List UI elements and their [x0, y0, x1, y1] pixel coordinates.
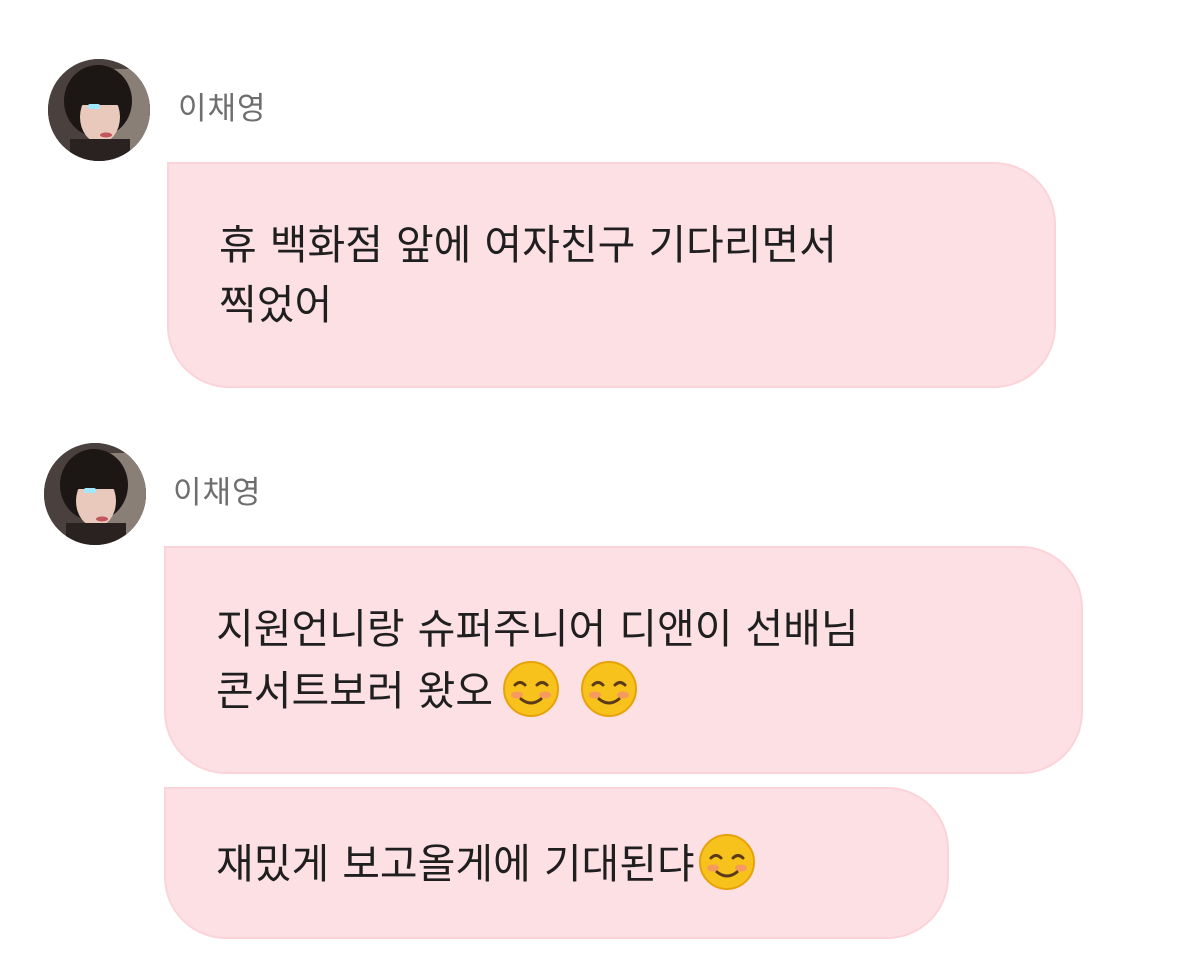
profile-photo-icon	[48, 59, 150, 161]
message-text-span: 콘서트보러 왔오	[216, 667, 494, 715]
sender-name: 이채영	[178, 91, 267, 127]
message-text-line: 찍었어	[219, 281, 333, 329]
avatar[interactable]	[48, 59, 150, 161]
smiling-face-icon	[501, 659, 561, 719]
message-text-line: 지원언니랑 슈퍼주니어 디앤이 선배님	[216, 605, 859, 653]
smiling-face-icon	[579, 659, 639, 719]
message-text-span: 재밌게 보고올게에 기대된댜	[216, 840, 695, 888]
avatar[interactable]	[44, 443, 146, 545]
profile-photo-icon	[44, 443, 146, 545]
message-text-line: 재밌게 보고올게에 기대된댜	[216, 832, 907, 894]
smiling-face-icon	[697, 832, 757, 892]
message-bubble[interactable]: 휴 백화점 앞에 여자친구 기다리면서 찍었어	[167, 162, 1056, 388]
message-bubble[interactable]: 재밌게 보고올게에 기대된댜	[164, 787, 949, 939]
message-text-line: 콘서트보러 왔오	[216, 659, 1041, 721]
message-text-line: 휴 백화점 앞에 여자친구 기다리면서	[219, 221, 837, 269]
message-bubble[interactable]: 지원언니랑 슈퍼주니어 디앤이 선배님 콘서트보러 왔오	[164, 546, 1083, 774]
sender-name: 이채영	[173, 475, 262, 511]
